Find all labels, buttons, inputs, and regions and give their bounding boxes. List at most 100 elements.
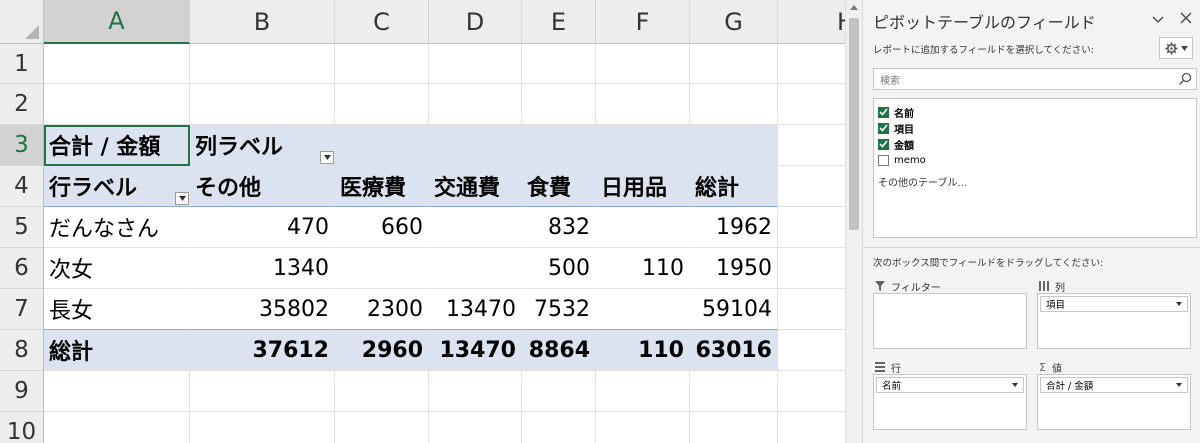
row-header-1[interactable]: 1 [0,44,44,84]
pivot-value-cell[interactable]: 500 [522,248,596,289]
pivot-total-cell[interactable]: 37612 [190,330,335,371]
cell-b1[interactable] [190,44,335,84]
pivot-header-cell[interactable]: 交通費 [429,166,522,207]
search-icon[interactable] [1178,72,1192,86]
pivot-value-cell[interactable]: 2300 [335,289,429,330]
cell-e1[interactable] [522,44,596,84]
row-labels-filter-button[interactable] [175,192,189,205]
pivot-value-cell[interactable] [429,207,522,248]
row-header-6[interactable]: 6 [0,248,44,289]
row-header-3[interactable]: 3 [0,125,44,166]
cell-d2[interactable] [429,84,522,125]
pivot-value-cell[interactable]: 110 [596,248,690,289]
cell-g10[interactable] [690,412,778,443]
pivot-row-label[interactable]: 次女 [44,248,190,289]
pivot-row-label[interactable]: だんなさん [44,207,190,248]
field-search-input[interactable]: 検索 [873,68,1197,90]
cell-f2[interactable] [596,84,690,125]
cell-h2[interactable] [778,84,845,125]
checkbox-unchecked[interactable] [878,154,889,166]
row-header-10[interactable]: 10 [0,412,44,443]
cell-b10[interactable] [190,412,335,443]
column-labels-filter-button[interactable] [320,151,334,164]
pivot-total-cell[interactable]: 8864 [522,330,596,371]
pivot-value-cell[interactable]: 35802 [190,289,335,330]
column-header-g[interactable]: G [690,0,778,44]
pivot-cell-f3[interactable] [596,125,690,166]
more-tables-link[interactable]: その他のテーブル... [878,174,967,189]
pivot-value-cell[interactable]: 470 [190,207,335,248]
column-header-e[interactable]: E [522,0,596,44]
pivot-cell-e3[interactable] [522,125,596,166]
select-all-corner[interactable] [0,0,44,44]
columns-drop-area[interactable]: 項目 [1037,293,1191,349]
pivot-cell-c3[interactable] [335,125,429,166]
pivot-total-cell[interactable]: 110 [596,330,690,371]
pivot-value-cell[interactable] [596,289,690,330]
pivot-value-cell[interactable]: 1340 [190,248,335,289]
field-item-amount[interactable]: 金額 [878,137,914,152]
scrollbar-thumb[interactable] [849,18,859,230]
cell-c2[interactable] [335,84,429,125]
cell-h1[interactable] [778,44,845,84]
spreadsheet-grid[interactable]: A B C D E F G H 1 2 3 4 5 6 7 8 9 10 合計 … [0,0,845,443]
field-item-category[interactable]: 項目 [878,121,914,136]
values-area-item[interactable]: 合計 / 金額 [1040,377,1188,393]
cell-h6[interactable] [778,248,845,289]
pivot-value-cell[interactable]: 59104 [690,289,778,330]
column-header-d[interactable]: D [429,0,522,44]
cell-c10[interactable] [335,412,429,443]
cell-e2[interactable] [522,84,596,125]
values-drop-area[interactable]: 合計 / 金額 [1037,374,1191,430]
cell-c1[interactable] [335,44,429,84]
pivot-grand-total-label[interactable]: 総計 [44,330,190,371]
column-header-a[interactable]: A [44,0,190,44]
cell-b9[interactable] [190,371,335,412]
cell-f1[interactable] [596,44,690,84]
pivot-value-cell[interactable] [335,248,429,289]
column-header-h[interactable]: H [778,0,845,44]
column-header-b[interactable]: B [190,0,335,44]
cell-b2[interactable] [190,84,335,125]
pivot-value-cell[interactable]: 7532 [522,289,596,330]
cell-h3[interactable] [778,125,845,166]
cell-d1[interactable] [429,44,522,84]
cell-d9[interactable] [429,371,522,412]
row-header-2[interactable]: 2 [0,84,44,125]
row-header-9[interactable]: 9 [0,371,44,412]
cell-g2[interactable] [690,84,778,125]
vertical-scrollbar[interactable] [845,0,862,443]
rows-drop-area[interactable]: 名前 [873,374,1027,430]
row-header-8[interactable]: 8 [0,330,44,371]
pivot-row-label[interactable]: 長女 [44,289,190,330]
cell-h8[interactable] [778,330,845,371]
row-header-5[interactable]: 5 [0,207,44,248]
cell-a9[interactable] [44,371,190,412]
cell-e9[interactable] [522,371,596,412]
cell-c9[interactable] [335,371,429,412]
columns-area-item[interactable]: 項目 [1040,296,1188,312]
tools-button[interactable] [1159,37,1193,59]
pivot-values-label[interactable]: 合計 / 金額 [44,125,190,166]
column-header-c[interactable]: C [335,0,429,44]
field-item-name[interactable]: 名前 [878,105,914,120]
cell-f10[interactable] [596,412,690,443]
cell-e10[interactable] [522,412,596,443]
cell-h4[interactable] [778,166,845,207]
rows-area-item[interactable]: 名前 [876,377,1024,393]
cell-h7[interactable] [778,289,845,330]
pivot-value-cell[interactable]: 1962 [690,207,778,248]
checkbox-checked[interactable] [878,106,889,118]
pivot-total-cell[interactable]: 13470 [429,330,522,371]
pivot-header-cell[interactable]: 食費 [522,166,596,207]
cell-d10[interactable] [429,412,522,443]
cell-h9[interactable] [778,371,845,412]
pivot-value-cell[interactable]: 1950 [690,248,778,289]
pivot-value-cell[interactable] [429,248,522,289]
field-item-memo[interactable]: memo [878,153,926,167]
cell-h5[interactable] [778,207,845,248]
cell-g9[interactable] [690,371,778,412]
pivot-column-labels[interactable]: 列ラベル [190,125,335,166]
pivot-value-cell[interactable]: 832 [522,207,596,248]
pivot-value-cell[interactable] [596,207,690,248]
